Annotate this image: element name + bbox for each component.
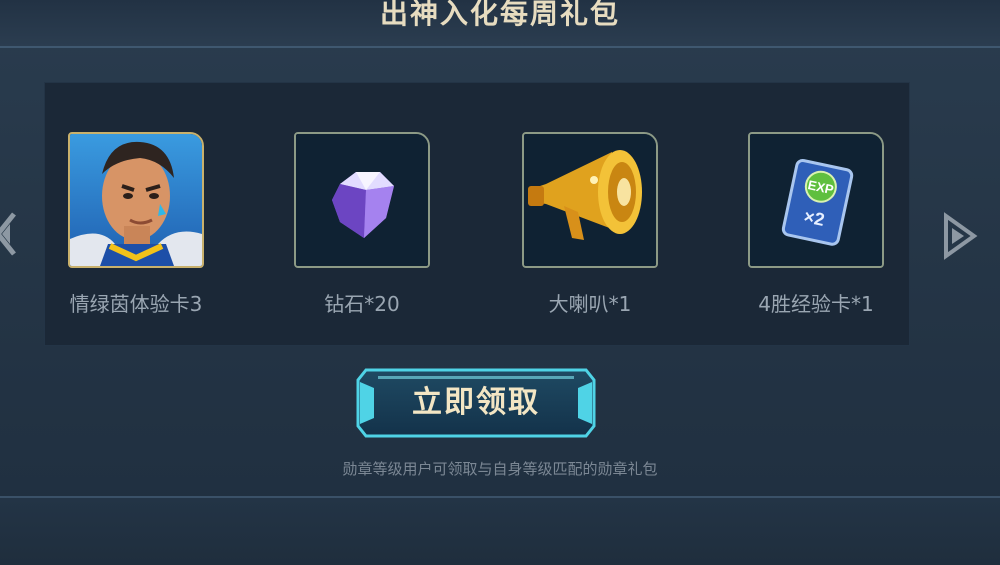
reward-item-megaphone[interactable] [522,132,658,268]
reward-label: 情绿茵体验卡3 [69,292,203,316]
claim-hint-text: 勋章等级用户可领取与自身等级匹配的勋章礼包 [342,460,658,478]
page-title: 出神入化每周礼包 [379,0,620,30]
exp-card-icon: EXP ×2 [750,134,882,266]
bottom-bar [0,496,1000,565]
reward-label: 4胜经验卡*1 [758,292,874,316]
title-bar: 出神入化每周礼包 [0,0,1000,48]
reward-item-exp-card[interactable]: EXP ×2 [748,132,884,268]
reward-panel: 情绿茵体验卡3 钻石*20 大喇叭*1 EXP ×2 4胜经验卡*1 [44,82,910,346]
claim-now-button[interactable]: 立即领取 [356,368,596,438]
previous-arrow-icon[interactable] [0,212,16,260]
hero-portrait-icon [70,134,202,266]
megaphone-icon [524,134,656,266]
reward-item-diamond[interactable] [294,132,430,268]
next-arrow-icon[interactable] [940,212,980,264]
exp-multiplier-text: ×2 [802,206,826,230]
reward-item-hero-card[interactable] [68,132,204,268]
diamond-icon [296,134,428,266]
reward-label: 大喇叭*1 [548,292,632,316]
claim-button-label: 立即领取 [412,385,540,420]
reward-label: 钻石*20 [324,292,400,316]
